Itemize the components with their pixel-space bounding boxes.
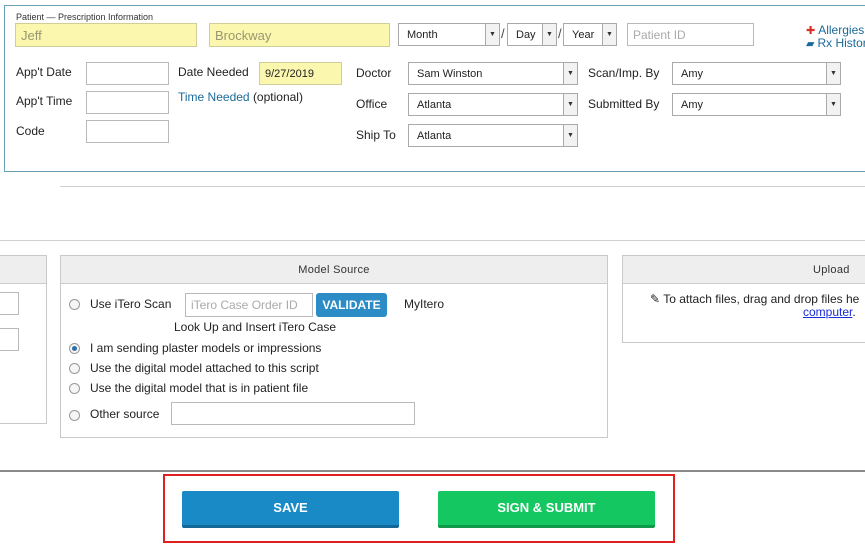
ship-to-label: Ship To [356, 128, 396, 142]
date-separator: / [558, 26, 562, 41]
upload-computer-row: computer. [803, 305, 856, 319]
lookup-itero-link[interactable]: Look Up and Insert iTero Case [174, 320, 336, 334]
appt-time-label: App't Time [16, 94, 73, 108]
digital-attached-label: Use the digital model attached to this s… [90, 361, 319, 375]
code-label: Code [16, 124, 45, 138]
validate-button[interactable]: VALIDATE [316, 293, 387, 317]
upload-period: . [852, 305, 856, 319]
rx-history-label: Rx History [817, 36, 865, 50]
ship-to-value: Atlanta [417, 130, 452, 142]
other-source-label: Other source [90, 407, 160, 421]
itero-order-input[interactable]: iTero Case Order ID [185, 293, 313, 317]
scan-by-select[interactable]: Amy ▼ [672, 62, 841, 85]
chevron-down-icon: ▼ [826, 94, 840, 115]
digital-patient-file-label: Use the digital model that is in patient… [90, 381, 309, 395]
allergies-label: Allergies [818, 23, 865, 37]
date-needed-input[interactable]: 9/27/2019 [259, 62, 342, 85]
date-needed-label: Date Needed [178, 65, 249, 79]
dob-month-value: Month [407, 29, 438, 41]
myitero-link[interactable]: MyItero [404, 297, 444, 311]
section-divider [60, 186, 865, 187]
chevron-down-icon: ▼ [563, 63, 577, 84]
doctor-label: Doctor [356, 66, 392, 80]
rx-history-link[interactable]: ▰Rx History [806, 36, 865, 50]
chevron-down-icon: ▼ [485, 24, 499, 45]
other-source-input[interactable] [171, 402, 415, 425]
plaster-radio[interactable] [69, 343, 80, 354]
appt-time-input[interactable] [86, 91, 169, 114]
chevron-down-icon: ▼ [602, 24, 616, 45]
submitted-by-label: Submitted By [588, 97, 660, 111]
dob-year-select[interactable]: Year ▼ [563, 23, 617, 46]
ship-to-select[interactable]: Atlanta ▼ [408, 124, 578, 147]
upload-header: Upload [623, 256, 865, 284]
model-source-header: Model Source [61, 256, 607, 284]
doctor-select[interactable]: Sam Winston ▼ [408, 62, 578, 85]
itero-order-placeholder: iTero Case Order ID [191, 298, 298, 312]
first-name-input[interactable]: Jeff [15, 23, 197, 47]
submitted-by-value: Amy [681, 99, 703, 111]
left-panel-input[interactable] [0, 328, 19, 351]
appt-date-label: App't Date [16, 65, 72, 79]
other-source-radio[interactable] [69, 410, 80, 421]
dob-year-value: Year [572, 29, 595, 41]
chevron-down-icon: ▼ [563, 94, 577, 115]
section-divider [0, 240, 865, 241]
time-needed-link[interactable]: Time Needed [178, 90, 250, 104]
chevron-down-icon: ▼ [826, 63, 840, 84]
optional-text: (optional) [252, 90, 303, 104]
dob-day-select[interactable]: Day ▼ [507, 23, 557, 46]
upload-instruction: ✎ To attach files, drag and drop files h… [650, 292, 859, 306]
folder-icon: ▰ [806, 38, 815, 50]
office-label: Office [356, 97, 388, 111]
left-panel-input[interactable] [0, 292, 19, 315]
sign-submit-button[interactable]: SIGN & SUBMIT [438, 491, 655, 528]
office-value: Atlanta [417, 99, 452, 111]
scan-by-label: Scan/Imp. By [588, 66, 660, 80]
left-panel-header [0, 256, 46, 284]
save-button[interactable]: SAVE [182, 491, 399, 528]
computer-link[interactable]: computer [803, 305, 852, 319]
paperclip-icon: ✎ [650, 292, 661, 306]
last-name-input[interactable]: Brockway [209, 23, 390, 47]
time-needed-row: Time Needed (optional) [178, 90, 303, 104]
chevron-down-icon: ▼ [542, 24, 556, 45]
scan-by-value: Amy [681, 68, 703, 80]
dob-month-select[interactable]: Month ▼ [398, 23, 500, 46]
plaster-label: I am sending plaster models or impressio… [90, 341, 322, 355]
dob-day-value: Day [516, 29, 536, 41]
submitted-by-select[interactable]: Amy ▼ [672, 93, 841, 116]
patient-id-placeholder: Patient ID [633, 28, 686, 42]
allergies-link[interactable]: ✚ Allergies [806, 23, 864, 37]
date-separator: / [501, 26, 505, 41]
office-select[interactable]: Atlanta ▼ [408, 93, 578, 116]
doctor-value: Sam Winston [417, 68, 483, 80]
chevron-down-icon: ▼ [563, 125, 577, 146]
itero-label: Use iTero Scan [90, 297, 172, 311]
itero-radio[interactable] [69, 299, 80, 310]
patient-id-input[interactable]: Patient ID [627, 23, 754, 46]
patient-box-legend: Patient — Prescription Information [16, 12, 154, 22]
footer-divider [0, 470, 865, 472]
appt-date-input[interactable] [86, 62, 169, 85]
upload-instruction-text: To attach files, drag and drop files he [663, 292, 860, 306]
code-input[interactable] [86, 120, 169, 143]
digital-attached-radio[interactable] [69, 363, 80, 374]
digital-patient-file-radio[interactable] [69, 383, 80, 394]
